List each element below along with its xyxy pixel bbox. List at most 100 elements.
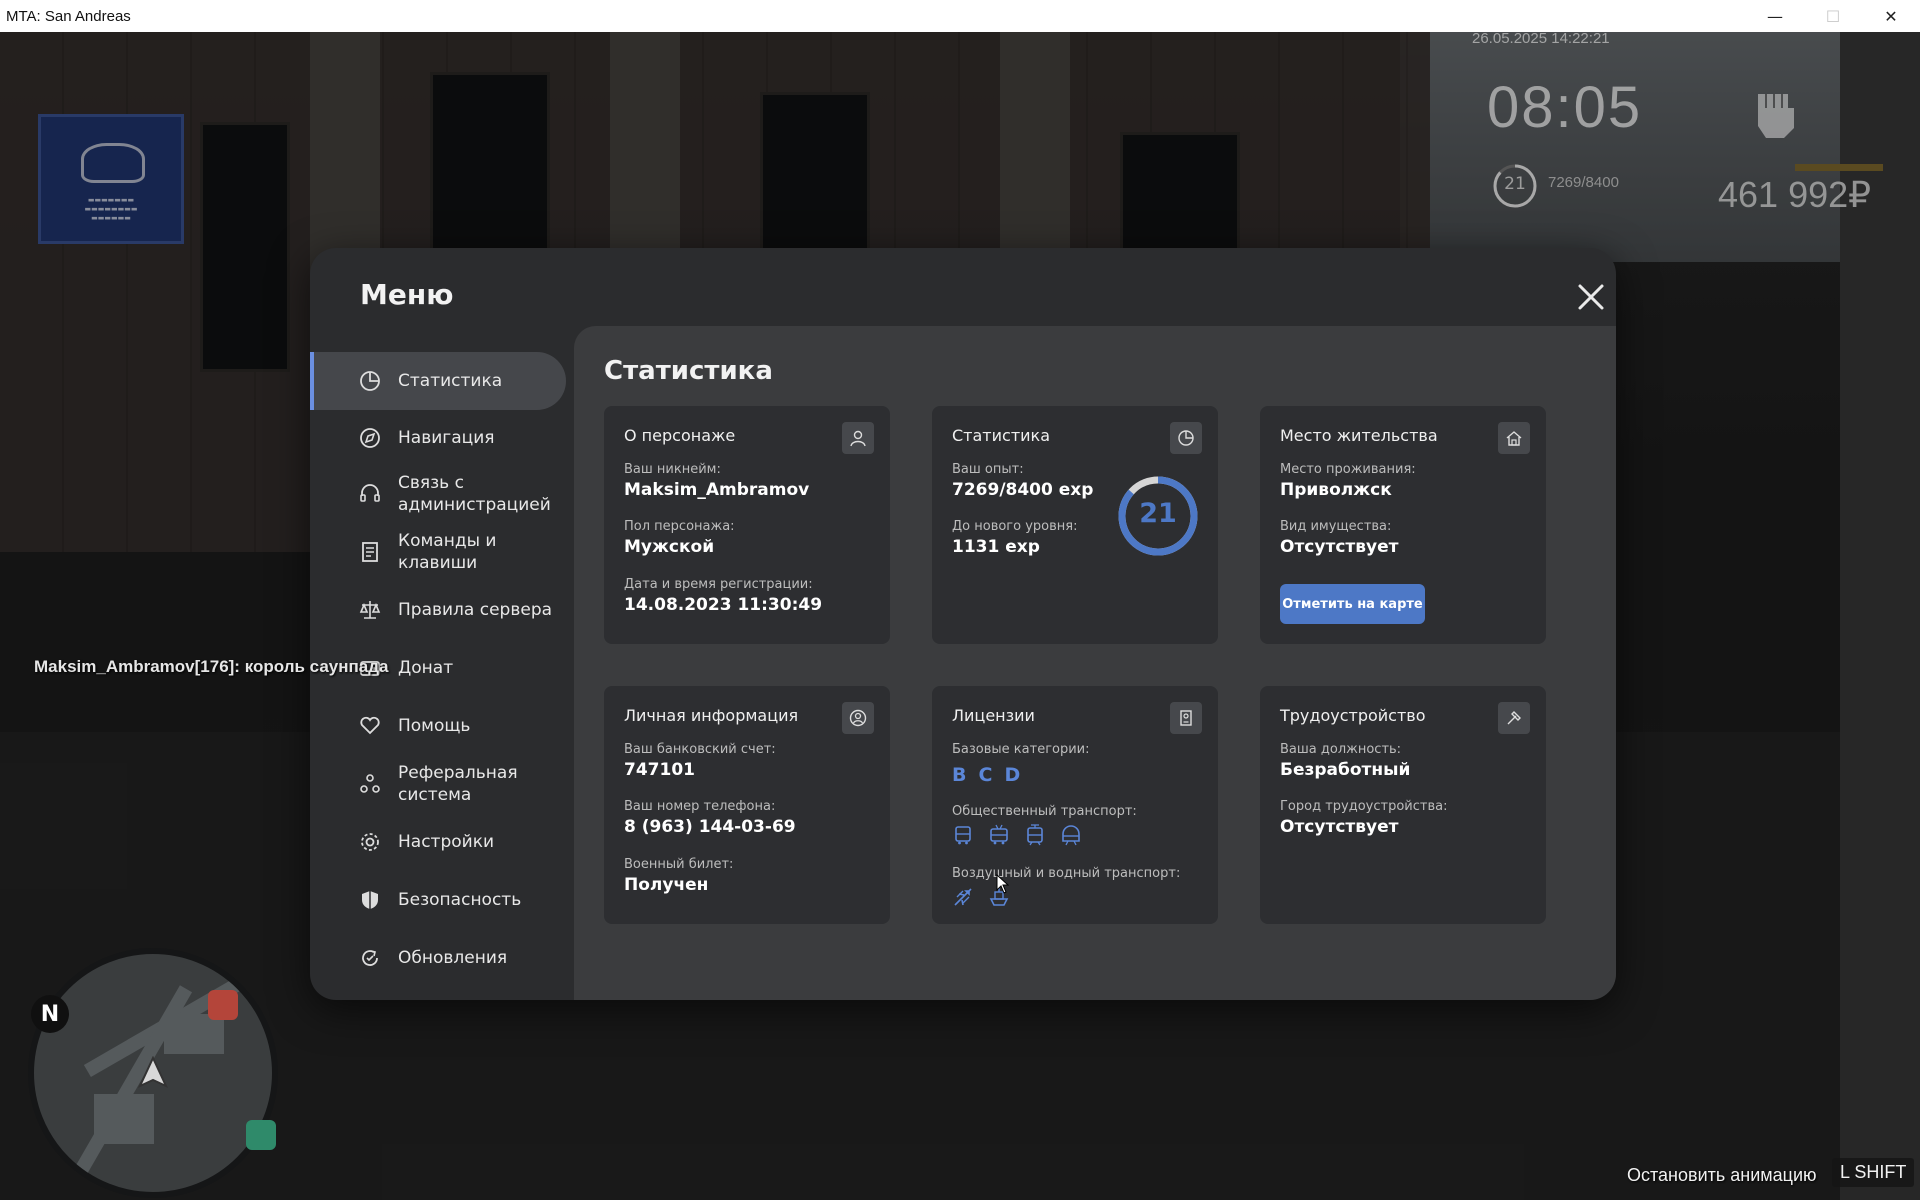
nav-item-settings[interactable]: Настройки	[310, 814, 566, 870]
nav-label: Безопасность	[398, 890, 522, 910]
hammer-icon[interactable]	[1498, 702, 1530, 734]
page-title: Статистика	[604, 356, 773, 386]
nav-item-referral[interactable]: Реферальная система	[310, 756, 566, 812]
property-value: Отсутствует	[1280, 537, 1399, 557]
nav-item-commands[interactable]: Команды и клавиши	[310, 524, 566, 580]
phone-value: 8 (963) 144-03-69	[624, 817, 796, 837]
job-city-label: Город трудоустройства:	[1280, 799, 1448, 814]
category-b: B	[952, 764, 967, 786]
card-title: Лицензии	[952, 706, 1035, 725]
nav-item-statistics[interactable]: Статистика	[310, 352, 566, 410]
minimap-building	[164, 1014, 224, 1054]
bank-label: Ваш банковский счет:	[624, 742, 776, 757]
card-title: О персонаже	[624, 426, 736, 445]
reg-value: 14.08.2023 11:30:49	[624, 595, 823, 615]
exp-value: 7269/8400 exp	[952, 480, 1094, 500]
heart-hand-icon	[360, 716, 380, 735]
military-label: Военный билет:	[624, 857, 734, 872]
scales-icon	[359, 601, 381, 619]
card-character: О персонаже Ваш никнейм: Maksim_Ambramov…	[604, 406, 890, 644]
position-label: Ваша должность:	[1280, 742, 1402, 757]
nav-label: Настройки	[398, 832, 495, 852]
mouse-cursor-icon	[996, 874, 1010, 894]
public-transport-icons	[952, 824, 1082, 846]
card-personal: Личная информация Ваш банковский счет: 7…	[604, 686, 890, 924]
military-value: Получен	[624, 875, 709, 895]
maximize-button[interactable]: ☐	[1804, 0, 1862, 32]
card-title: Место жительства	[1280, 426, 1438, 445]
nav-item-rules[interactable]: Правила сервера	[310, 582, 566, 638]
metro-icon	[1062, 825, 1080, 846]
headset-icon	[360, 484, 380, 502]
position-value: Безработный	[1280, 760, 1411, 780]
bank-value: 747101	[624, 760, 695, 780]
nick-value: Maksim_Ambramov	[624, 480, 810, 500]
hud-money: 461 992₽	[1718, 174, 1872, 215]
nav-label: Донат	[398, 658, 454, 678]
player-arrow-icon	[137, 1056, 169, 1089]
menu-title: Меню	[360, 278, 454, 311]
card-residence: Место жительства Место проживания: Приво…	[1260, 406, 1546, 644]
people-icon	[360, 774, 380, 793]
category-d: D	[1004, 764, 1021, 786]
pie-chart-icon	[360, 371, 380, 391]
animation-hint: Остановить анимацию	[1627, 1165, 1817, 1185]
place-label: Место проживания:	[1280, 462, 1416, 477]
card-employment: Трудоустройство Ваша должность: Безработ…	[1260, 686, 1546, 924]
shield-icon	[362, 891, 378, 909]
nav-item-updates[interactable]: Обновления	[310, 930, 566, 986]
nav-label: Помощь	[398, 716, 471, 736]
place-value: Приволжск	[1280, 480, 1392, 500]
hud-hunger-bar	[1795, 164, 1883, 171]
nav-item-admin-contact[interactable]: Связь с администрацией	[310, 466, 566, 522]
trolleybus-icon	[990, 824, 1008, 845]
fist-weapon-icon	[1758, 94, 1794, 138]
hud-clock: 08:05	[1487, 75, 1643, 140]
close-window-button[interactable]: ✕	[1862, 0, 1920, 32]
user-circle-icon[interactable]	[842, 702, 874, 734]
nav-label: Связь с администрацией	[398, 473, 551, 515]
mark-on-map-button[interactable]: Отметить на карте	[1280, 584, 1425, 624]
chat-message: Maksim_Ambramov[176]: король саунпада	[34, 657, 389, 676]
card-title: Трудоустройство	[1280, 706, 1426, 725]
phone-label: Ваш номер телефона:	[624, 799, 776, 814]
nav-item-help[interactable]: Помощь	[310, 698, 566, 754]
compass-icon	[360, 428, 380, 448]
nav-label: Команды и клавиши	[398, 531, 497, 573]
nav-label: Навигация	[398, 428, 495, 448]
id-card-icon[interactable]	[1170, 702, 1202, 734]
gender-label: Пол персонажа:	[624, 519, 735, 534]
reg-label: Дата и время регистрации:	[624, 577, 813, 592]
card-stats: Статистика Ваш опыт: 7269/8400 exp До но…	[932, 406, 1218, 644]
window-title: MTA: San Andreas	[6, 7, 131, 25]
card-licenses: Лицензии Базовые категории: B C D Общест…	[932, 686, 1218, 924]
card-title: Статистика	[952, 426, 1050, 445]
close-icon[interactable]	[1574, 280, 1608, 314]
minimap-bank-icon	[246, 1120, 276, 1150]
nav-label: Реферальная система	[398, 763, 518, 805]
hud-datetime: 26.05.2025 14:22:21	[1472, 30, 1610, 47]
bus-icon	[955, 826, 971, 845]
user-icon[interactable]	[842, 422, 874, 454]
next-level-value: 1131 exp	[952, 537, 1040, 557]
tram-icon	[1027, 824, 1043, 846]
job-city-value: Отсутствует	[1280, 817, 1399, 837]
animation-hint-key: L SHIFT	[1832, 1158, 1915, 1187]
document-icon	[362, 542, 378, 562]
nav-item-security[interactable]: Безопасность	[310, 872, 566, 928]
hud-exp: 7269/8400	[1548, 174, 1619, 191]
house-icon[interactable]	[1498, 422, 1530, 454]
pie-chart-icon[interactable]	[1170, 422, 1202, 454]
window-titlebar: MTA: San Andreas — ☐ ✕	[0, 0, 1920, 32]
category-c: C	[978, 764, 993, 786]
base-categories-label: Базовые категории:	[952, 742, 1090, 757]
nav-label: Обновления	[398, 948, 508, 968]
nav-label: Правила сервера	[398, 600, 553, 620]
plane-icon	[954, 888, 972, 906]
nav-item-navigation[interactable]: Навигация	[310, 410, 566, 466]
gender-value: Мужской	[624, 537, 715, 557]
public-transport-label: Общественный транспорт:	[952, 804, 1137, 819]
minimize-button[interactable]: —	[1746, 0, 1804, 32]
base-categories: B C D	[952, 764, 1020, 786]
exp-label: Ваш опыт:	[952, 462, 1024, 477]
